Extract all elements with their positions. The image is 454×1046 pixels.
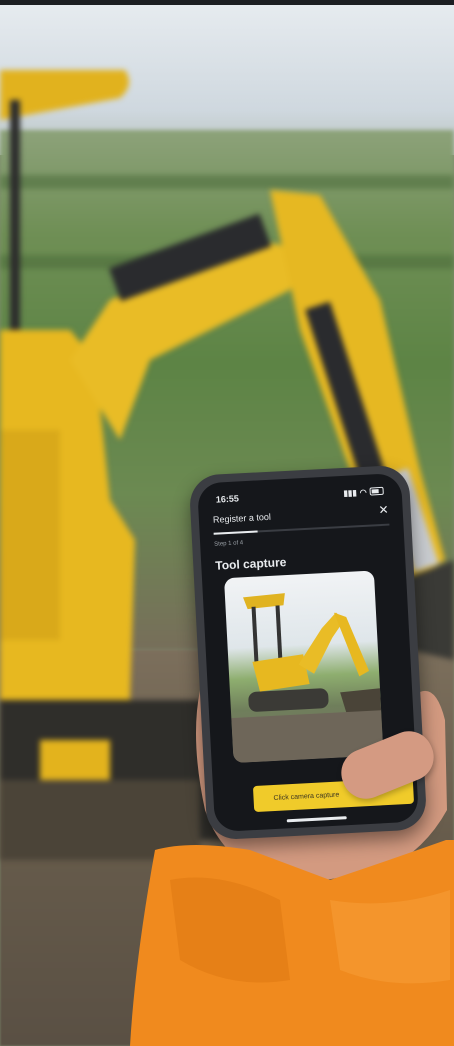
captured-excavator-photo: [224, 570, 384, 764]
photo-scene: 16:55 ▮▮▮ ◠ Register a tool ✕ Step 1 of …: [0, 0, 454, 1046]
screen-heading: Tool capture: [214, 555, 287, 573]
battery-icon: [369, 486, 384, 496]
step-progress-fill: [213, 530, 258, 535]
dialog-title: Register a tool: [212, 511, 272, 525]
orange-jacket-sleeve: [130, 840, 454, 1046]
close-icon[interactable]: ✕: [378, 503, 389, 518]
excavator-thumbnail: [231, 593, 384, 764]
step-label: Step 1 of 4: [214, 540, 244, 548]
home-indicator: [286, 816, 347, 823]
step-progress-bar: [213, 523, 390, 535]
wifi-icon: ◠: [359, 487, 367, 497]
signal-icon: ▮▮▮: [343, 487, 357, 498]
status-icons: ▮▮▮ ◠: [343, 486, 384, 497]
status-bar: 16:55 ▮▮▮ ◠: [216, 484, 385, 507]
status-time: 16:55: [215, 493, 240, 505]
